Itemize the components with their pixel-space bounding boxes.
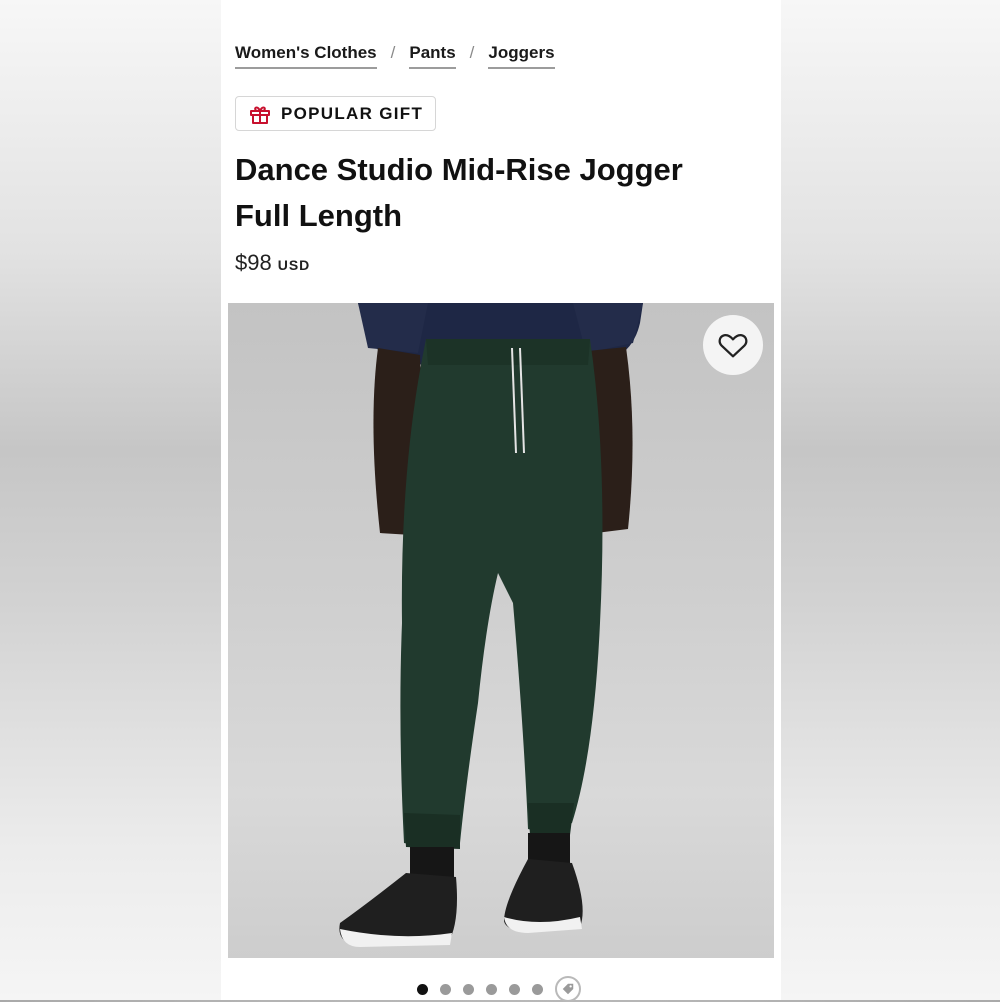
product-title: Dance Studio Mid-Rise Jogger Full Length <box>235 147 735 239</box>
carousel-dot-1[interactable] <box>417 983 428 995</box>
product-image[interactable] <box>228 303 774 958</box>
breadcrumb-joggers[interactable]: Joggers <box>488 43 555 69</box>
heart-icon <box>718 334 748 358</box>
carousel-indicators <box>417 976 581 1002</box>
product-title-line-1: Dance Studio Mid-Rise Jogger <box>235 152 683 187</box>
gift-icon <box>250 106 270 124</box>
pants-shape <box>400 339 603 849</box>
product-title-line-2: Full Length <box>235 198 403 233</box>
wishlist-button[interactable] <box>703 315 763 375</box>
pants-waistband <box>426 339 590 365</box>
breadcrumb-womens-clothes[interactable]: Women's Clothes <box>235 43 377 69</box>
carousel-dot-5[interactable] <box>509 983 520 995</box>
badge-label: POPULAR GIFT <box>281 103 424 123</box>
product-panel: Women's Clothes / Pants / Joggers POPULA… <box>221 0 781 1002</box>
carousel-dot-6[interactable] <box>532 983 543 995</box>
breadcrumb-separator: / <box>469 43 475 62</box>
breadcrumb-pants[interactable]: Pants <box>409 43 456 69</box>
tag-icon <box>562 983 574 995</box>
product-photo-illustration <box>339 303 643 947</box>
carousel-dot-4[interactable] <box>486 983 497 995</box>
pants-cuff-right <box>528 803 574 835</box>
sweater-cuff-left <box>358 303 428 353</box>
product-price: $98 USD <box>235 250 310 276</box>
breadcrumb-separator: / <box>390 43 396 62</box>
price-currency: USD <box>277 257 311 273</box>
carousel-dot-2[interactable] <box>440 983 451 995</box>
breadcrumb: Women's Clothes / Pants / Joggers <box>235 43 555 69</box>
carousel-dot-3[interactable] <box>463 983 474 995</box>
pants-cuff-left <box>404 813 460 849</box>
carousel-tag-button[interactable] <box>555 976 581 1002</box>
left-blurred-backdrop <box>0 0 221 1000</box>
price-amount: $98 <box>235 250 272 275</box>
right-blurred-backdrop <box>781 0 1000 1000</box>
popular-gift-badge: POPULAR GIFT <box>235 96 437 131</box>
